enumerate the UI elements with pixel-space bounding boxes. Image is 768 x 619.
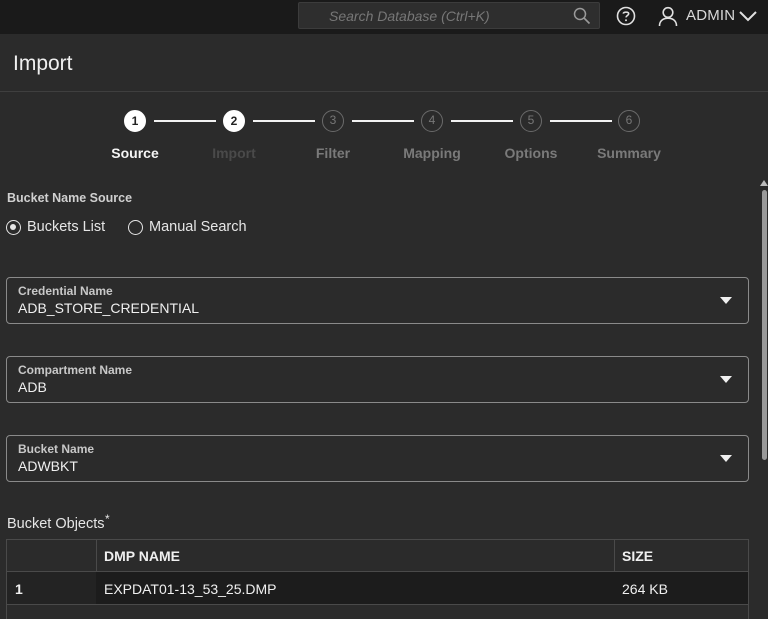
table-header: DMP NAME SIZE [7,540,748,572]
bucket-name-source-label: Bucket Name Source [7,191,133,205]
step-4-label[interactable]: Mapping [382,145,482,161]
column-header-dmp-name[interactable]: DMP NAME [104,548,180,564]
step-6-circle[interactable]: 6 [618,110,640,132]
bucket-name-select[interactable]: Bucket Name ADWBKT [6,435,749,482]
step-connector [451,120,513,122]
step-connector [154,120,216,122]
caret-down-icon[interactable] [720,297,732,304]
row-size: 264 KB [622,581,668,597]
compartment-name-select[interactable]: Compartment Name ADB [6,356,749,403]
step-connector [253,120,315,122]
radio-unselected-icon[interactable] [128,219,143,235]
step-2-circle[interactable]: 2 [223,110,245,132]
credential-name-value[interactable]: ADB_STORE_CREDENTIAL [18,300,199,316]
step-1-label[interactable]: Source [85,145,185,161]
step-5-circle[interactable]: 5 [520,110,542,132]
radio-selected-icon[interactable] [6,219,21,235]
step-3-label[interactable]: Filter [283,145,383,161]
step-4-circle[interactable]: 4 [421,110,443,132]
bucket-name-label: Bucket Name [18,442,95,456]
column-divider [96,540,97,572]
step-1-circle[interactable]: 1 [124,110,146,132]
caret-down-icon[interactable] [720,455,732,462]
table-row[interactable]: 1 EXPDAT01-13_53_25.DMP 264 KB [7,572,748,605]
title-bar: Import [0,34,768,92]
top-bar: ADMIN [0,0,768,34]
column-divider [614,540,615,572]
radio-buckets-list[interactable]: Buckets List [6,219,105,235]
compartment-name-label: Compartment Name [18,363,133,377]
radio-label[interactable]: Buckets List [27,219,105,235]
bucket-objects-table: DMP NAME SIZE 1 EXPDAT01-13_53_25.DMP 26… [6,539,749,619]
bucket-name-value[interactable]: ADWBKT [18,458,78,474]
step-connector [352,120,414,122]
user-name[interactable]: ADMIN [686,7,735,24]
compartment-name-value[interactable]: ADB [18,379,47,395]
search-input[interactable] [299,3,569,28]
required-marker: * [105,512,110,526]
step-connector [550,120,612,122]
chevron-down-icon[interactable] [738,8,758,24]
credential-name-label: Credential Name [18,284,113,298]
user-icon[interactable] [657,5,679,27]
step-2-label[interactable]: Import [184,145,284,161]
step-3-circle[interactable]: 3 [322,110,344,132]
search-box[interactable] [298,2,600,29]
search-icon[interactable] [573,7,591,25]
column-header-size[interactable]: SIZE [622,548,653,564]
credential-name-select[interactable]: Credential Name ADB_STORE_CREDENTIAL [6,277,749,324]
caret-down-icon[interactable] [720,376,732,383]
radio-label[interactable]: Manual Search [149,219,247,235]
vertical-scrollbar[interactable] [762,190,767,460]
page-title: Import [13,52,73,75]
scroll-up-icon[interactable] [760,180,768,186]
help-icon[interactable] [616,6,636,26]
row-index: 1 [15,581,23,597]
step-6-label[interactable]: Summary [579,145,679,161]
row-dmp-name[interactable]: EXPDAT01-13_53_25.DMP [104,581,277,597]
table-empty-area [7,606,748,619]
radio-manual-search[interactable]: Manual Search [128,219,247,235]
bucket-objects-label: Bucket Objects [7,516,105,532]
step-5-label[interactable]: Options [481,145,581,161]
